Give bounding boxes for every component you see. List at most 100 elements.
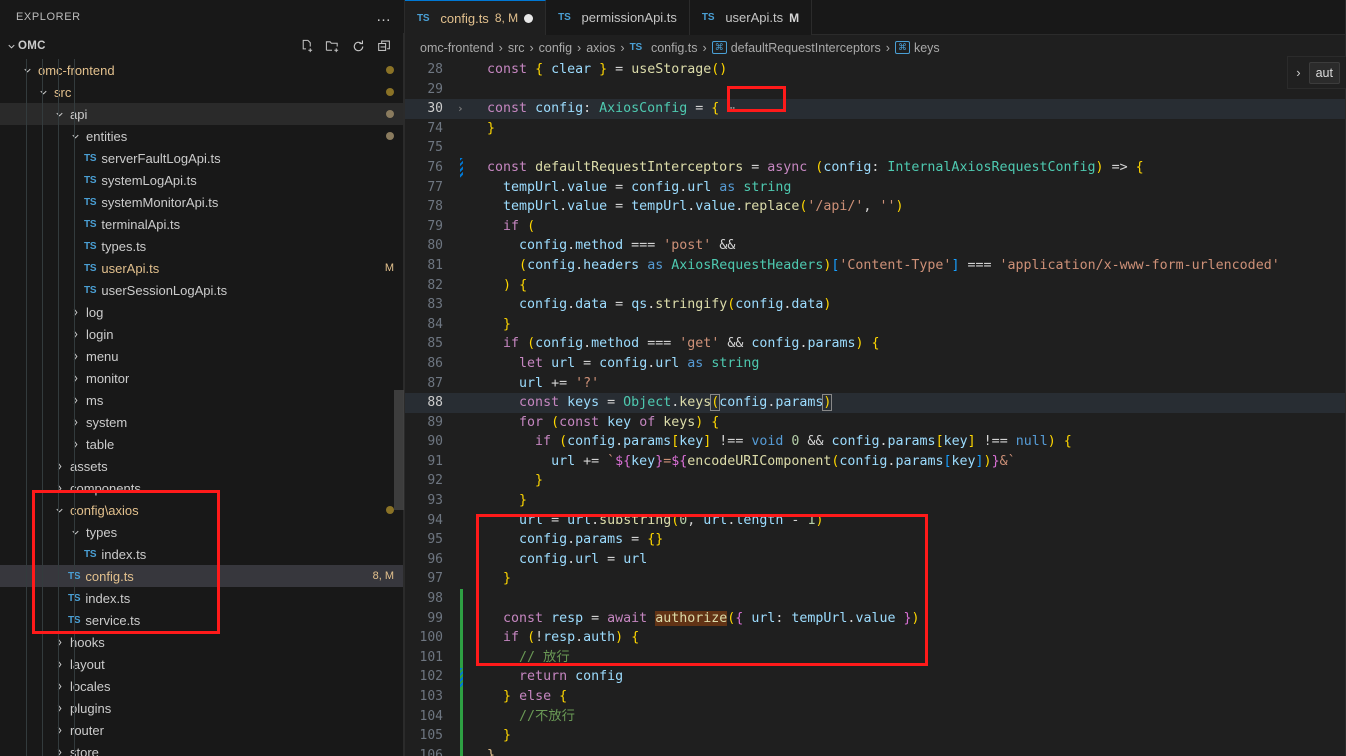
chevron-down-icon[interactable] — [20, 65, 34, 76]
chevron-right-icon[interactable] — [52, 637, 66, 648]
chevron-right-icon[interactable] — [52, 461, 66, 472]
code-line[interactable]: 79 if ( — [405, 217, 1346, 237]
code-line[interactable]: 101 // 放行 — [405, 648, 1346, 668]
breadcrumb-item[interactable]: ⌘defaultRequestInterceptors — [712, 41, 881, 55]
chevron-right-icon[interactable] — [52, 747, 66, 756]
tree-folder-row[interactable]: login — [0, 323, 404, 345]
chevron-right-icon[interactable] — [52, 725, 66, 736]
chevron-down-icon[interactable] — [52, 109, 66, 120]
tree-file-row[interactable]: TSindex.ts — [0, 587, 404, 609]
chevron-right-icon[interactable] — [68, 307, 82, 318]
workspace-root-row[interactable]: OMC — [0, 33, 404, 59]
tree-folder-row[interactable]: table — [0, 433, 404, 455]
code-line[interactable]: 77 tempUrl.value = config.url as string — [405, 178, 1346, 198]
editor-tab[interactable]: TSpermissionApi.ts — [546, 0, 690, 35]
code-line[interactable]: 88 const keys = Object.keys(config.param… — [405, 393, 1346, 413]
file-tree[interactable]: omc-frontendsrcapientitiesTSserverFaultL… — [0, 59, 404, 756]
chevron-down-icon[interactable] — [68, 131, 82, 142]
code-line[interactable]: 87 url += '?' — [405, 374, 1346, 394]
tree-file-row[interactable]: TSuserApi.tsM — [0, 257, 404, 279]
breadcrumb-overflow-widget[interactable]: › aut — [1287, 56, 1346, 89]
chevron-right-icon[interactable] — [52, 681, 66, 692]
code-line[interactable]: 103 } else { — [405, 687, 1346, 707]
breadcrumb-item[interactable]: omc-frontend — [420, 41, 494, 55]
tree-folder-row[interactable]: locales — [0, 675, 404, 697]
code-line[interactable]: 78 tempUrl.value = tempUrl.value.replace… — [405, 197, 1346, 217]
chevron-down-icon[interactable] — [68, 527, 82, 538]
refresh-icon[interactable] — [351, 39, 366, 54]
chevron-right-icon[interactable] — [52, 659, 66, 670]
code-line[interactable]: 80 config.method === 'post' && — [405, 236, 1346, 256]
chevron-right-icon[interactable] — [52, 483, 66, 494]
chevron-right-icon[interactable] — [68, 417, 82, 428]
chevron-down-icon[interactable] — [36, 87, 50, 98]
overflow-chip-label[interactable]: aut — [1309, 62, 1340, 84]
code-line[interactable]: 76 const defaultRequestInterceptors = as… — [405, 158, 1346, 178]
code-line[interactable]: 84 } — [405, 315, 1346, 335]
code-line[interactable]: 86 let url = config.url as string — [405, 354, 1346, 374]
editor-tabs[interactable]: TSconfig.ts8, MTSpermissionApi.tsTSuserA… — [405, 0, 1346, 35]
tree-file-row[interactable]: TSservice.ts — [0, 609, 404, 631]
tree-folder-row[interactable]: src — [0, 81, 404, 103]
breadcrumb-item[interactable]: axios — [586, 41, 615, 55]
tree-file-row[interactable]: TStypes.ts — [0, 235, 404, 257]
tree-file-row[interactable]: TSterminalApi.ts — [0, 213, 404, 235]
tree-folder-row[interactable]: components — [0, 477, 404, 499]
tree-folder-row[interactable]: assets — [0, 455, 404, 477]
breadcrumb-item[interactable]: config — [539, 41, 572, 55]
code-line[interactable]: 98 — [405, 589, 1346, 609]
code-line[interactable]: 106 } — [405, 746, 1346, 756]
tree-file-row[interactable]: TSindex.ts — [0, 543, 404, 565]
tree-file-row[interactable]: TSconfig.ts8, M — [0, 565, 404, 587]
code-line[interactable]: 97 } — [405, 569, 1346, 589]
code-line[interactable]: 89 for (const key of keys) { — [405, 413, 1346, 433]
code-line[interactable]: 91 url += `${key}=${encodeURIComponent(c… — [405, 452, 1346, 472]
code-line[interactable]: 75 — [405, 138, 1346, 158]
chevron-down-icon[interactable] — [52, 505, 66, 516]
chevron-right-icon[interactable] — [52, 703, 66, 714]
tree-file-row[interactable]: TSuserSessionLogApi.ts — [0, 279, 404, 301]
code-line[interactable]: 29 — [405, 80, 1346, 100]
tree-folder-row[interactable]: ms — [0, 389, 404, 411]
code-line[interactable]: 104 //不放行 — [405, 707, 1346, 727]
chevron-right-icon[interactable] — [68, 395, 82, 406]
breadcrumb-item[interactable]: ⌘keys — [895, 41, 940, 55]
new-folder-icon[interactable] — [325, 39, 340, 54]
tree-folder-row[interactable]: omc-frontend — [0, 59, 404, 81]
editor-tab[interactable]: TSuserApi.tsM — [690, 0, 812, 35]
breadcrumb-item[interactable]: TSconfig.ts — [630, 41, 698, 55]
code-line[interactable]: 81 (config.headers as AxiosRequestHeader… — [405, 256, 1346, 276]
fold-chevron-icon[interactable]: › — [457, 99, 471, 119]
code-line[interactable]: 82 ) { — [405, 276, 1346, 296]
code-line[interactable]: 28 const { clear } = useStorage() — [405, 60, 1346, 80]
code-line[interactable]: 100 if (!resp.auth) { — [405, 628, 1346, 648]
chevron-right-icon[interactable] — [68, 439, 82, 450]
code-line[interactable]: 94 url = url.substring(0, url.length - 1… — [405, 511, 1346, 531]
code-line[interactable]: 74 } — [405, 119, 1346, 139]
breadcrumb-item[interactable]: src — [508, 41, 525, 55]
code-line[interactable]: 93 } — [405, 491, 1346, 511]
tree-folder-row[interactable]: api — [0, 103, 404, 125]
unsaved-dot-icon[interactable] — [524, 14, 533, 23]
code-line[interactable]: 85 if (config.method === 'get' && config… — [405, 334, 1346, 354]
code-line[interactable]: 83 config.data = qs.stringify(config.dat… — [405, 295, 1346, 315]
new-file-icon[interactable] — [299, 39, 314, 54]
editor-tab[interactable]: TSconfig.ts8, M — [405, 0, 546, 35]
tree-folder-row[interactable]: router — [0, 719, 404, 741]
tree-folder-row[interactable]: monitor — [0, 367, 404, 389]
chevron-right-icon[interactable] — [68, 329, 82, 340]
code-line[interactable]: 92 } — [405, 471, 1346, 491]
tree-folder-row[interactable]: entities — [0, 125, 404, 147]
sidebar-scrollbar[interactable] — [394, 390, 404, 510]
tree-folder-row[interactable]: config\axios — [0, 499, 404, 521]
tree-file-row[interactable]: TSsystemLogApi.ts — [0, 169, 404, 191]
code-line[interactable]: 102 return config — [405, 667, 1346, 687]
collapse-all-icon[interactable] — [377, 39, 392, 54]
explorer-more-actions-icon[interactable]: … — [376, 12, 392, 22]
tree-file-row[interactable]: TSserverFaultLogApi.ts — [0, 147, 404, 169]
code-line[interactable]: 90 if (config.params[key] !== void 0 && … — [405, 432, 1346, 452]
breadcrumb[interactable]: omc-frontend›src›config›axios›TSconfig.t… — [405, 35, 1346, 60]
code-line[interactable]: 99 const resp = await authorize({ url: t… — [405, 609, 1346, 629]
tree-folder-row[interactable]: hooks — [0, 631, 404, 653]
tree-folder-row[interactable]: types — [0, 521, 404, 543]
